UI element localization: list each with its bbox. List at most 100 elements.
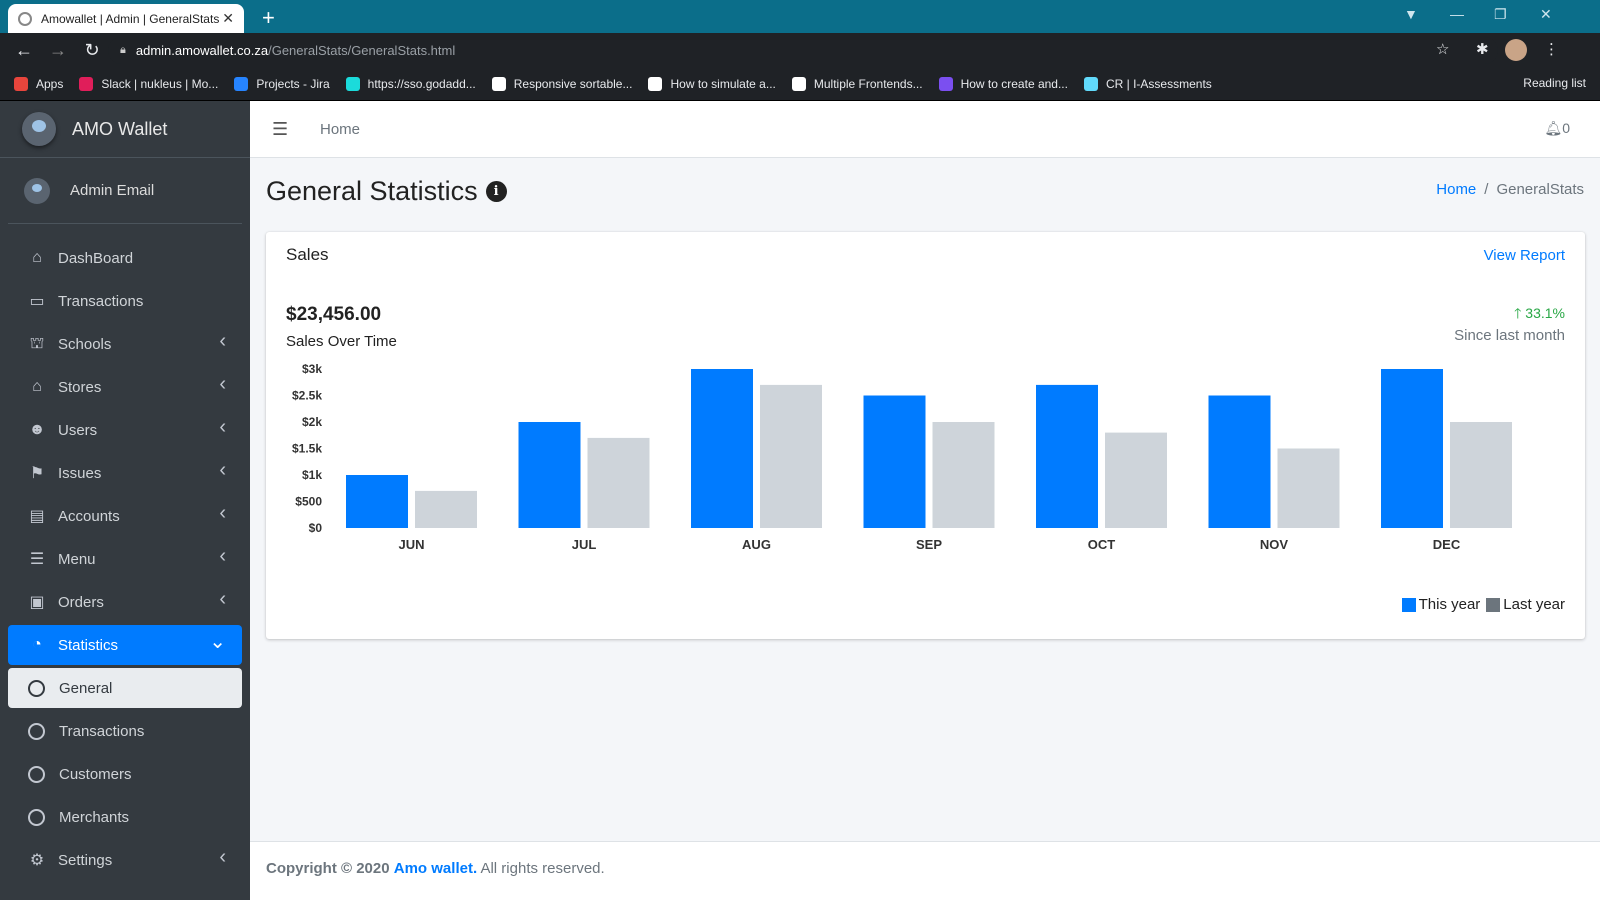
bar-last-year-nov[interactable]	[1277, 448, 1340, 529]
bookmark-star-icon[interactable]: ☆	[1436, 40, 1449, 58]
sales-change-value: 33.1%	[1525, 305, 1565, 321]
footer-brand-link[interactable]: Amo wallet.	[394, 860, 477, 877]
sidebar-item-settings[interactable]: ⚙ Settings ‹	[8, 840, 242, 880]
sidebar-item-users[interactable]: ☻ Users ‹	[8, 410, 242, 450]
extensions-icon[interactable]: ✱	[1476, 40, 1489, 58]
sidebar-subitem-label: Merchants	[59, 808, 130, 826]
globe-icon	[18, 11, 32, 26]
sidebar-subitem-label: Transactions	[59, 722, 145, 740]
bookmark-favicon-icon	[234, 76, 249, 91]
sidebar-item-issues[interactable]: ⚑ Issues ‹	[8, 453, 242, 493]
view-report-link[interactable]: View Report	[1484, 247, 1565, 264]
bar-last-year-dec[interactable]	[1450, 422, 1512, 528]
bar-this-year-oct[interactable]	[1036, 384, 1098, 528]
user-avatar	[24, 177, 50, 204]
bar-this-year-jun[interactable]	[346, 475, 408, 528]
bookmark-item[interactable]: Multiple Frontends...	[791, 76, 923, 91]
sidebar-subitem-transactions[interactable]: Transactions	[8, 711, 242, 751]
bookmark-item[interactable]: Responsive sortable...	[491, 76, 632, 91]
address-bar[interactable]: 🔒︎ admin.amowallet.co.za/GeneralStats/Ge…	[108, 37, 1498, 64]
profile-avatar[interactable]	[1505, 39, 1527, 61]
bar-last-year-oct[interactable]	[1105, 432, 1167, 528]
sidebar-subitem-merchants[interactable]: Merchants	[8, 797, 242, 837]
chevron-left-icon: ‹	[219, 846, 226, 868]
bookmark-item[interactable]: CR | I-Assessments	[1083, 76, 1212, 91]
bookmark-favicon-icon	[345, 76, 360, 91]
bookmark-item[interactable]: Slack | nukleus | Mo...	[79, 76, 218, 91]
sidebar-subitem-label: General	[59, 679, 113, 697]
flag-icon: ⚑	[29, 465, 45, 482]
bar-last-year-aug[interactable]	[760, 384, 822, 528]
brand-link[interactable]: AMO Wallet	[0, 101, 250, 158]
chevron-down-icon: ⌄	[209, 631, 226, 653]
browser-toolbar: ← → ↻ 🔒︎ admin.amowallet.co.za/GeneralSt…	[0, 33, 1600, 67]
back-icon[interactable]: ←	[14, 40, 34, 61]
sidebar-item-transactions[interactable]: ▭ Transactions	[8, 281, 242, 321]
breadcrumb: Home / GeneralStats	[1436, 181, 1584, 198]
sidebar-item-label: Orders	[58, 593, 104, 611]
bookmark-favicon-icon	[79, 76, 94, 91]
footer: Copyright © 2020 Amo wallet. All rights …	[250, 841, 1600, 900]
sidebar-item-schools[interactable]: ⛫ Schools ‹	[8, 324, 242, 364]
sidebar-item-stores[interactable]: ⌂ Stores ‹	[8, 367, 242, 407]
forward-icon[interactable]: →	[48, 40, 68, 61]
restore-icon[interactable]: ❐	[1494, 6, 1507, 23]
arrow-up-icon: 🡑	[1514, 305, 1522, 321]
sidebar-item-label: Transactions	[58, 292, 144, 310]
reload-icon[interactable]: ↻	[82, 40, 102, 61]
y-tick-label: $3k	[302, 362, 322, 376]
kebab-menu-icon[interactable]: ⋮	[1544, 40, 1559, 58]
reading-list-button[interactable]: Reading list	[1523, 76, 1586, 90]
y-tick-label: $1.5k	[292, 442, 322, 456]
sidebar-item-label: DashBoard	[58, 249, 134, 267]
bar-this-year-sep[interactable]	[863, 395, 926, 529]
sidebar-item-label: Issues	[58, 464, 102, 482]
page-title: General Statistics i	[266, 176, 507, 207]
top-home-link[interactable]: Home	[320, 121, 360, 138]
x-tick-label: JUL	[572, 537, 597, 552]
bar-this-year-aug[interactable]	[691, 369, 753, 528]
bar-this-year-dec[interactable]	[1381, 369, 1443, 528]
brand-name: AMO Wallet	[72, 118, 168, 139]
store-icon: ⌂	[32, 378, 42, 395]
close-tab-icon[interactable]: ✕	[222, 10, 234, 27]
y-tick-label: $0	[309, 521, 323, 535]
sidebar-item-accounts[interactable]: ▤ Accounts ‹	[8, 496, 242, 536]
bar-last-year-jun[interactable]	[415, 490, 477, 528]
bookmark-item[interactable]: How to create and...	[938, 76, 1068, 91]
tab-search-icon[interactable]: ▼	[1404, 6, 1418, 22]
bar-last-year-jul[interactable]	[587, 437, 650, 528]
breadcrumb-separator: /	[1484, 181, 1489, 198]
browser-tab[interactable]: Amowallet | Admin | GeneralStats ✕	[8, 4, 244, 33]
user-panel[interactable]: Admin Email	[8, 158, 242, 224]
bookmark-item[interactable]: Projects - Jira	[234, 76, 330, 91]
hamburger-menu-icon[interactable]: ☰	[272, 119, 288, 140]
bookmark-item[interactable]: How to simulate a...	[648, 76, 776, 91]
pie-chart-icon: ◔	[32, 636, 42, 653]
url-path: /GeneralStats/GeneralStats.html	[268, 43, 456, 58]
sidebar-subitem-general[interactable]: General	[8, 668, 242, 708]
bookmark-item[interactable]: https://sso.godadd...	[345, 76, 476, 91]
new-tab-icon[interactable]: +	[262, 5, 275, 31]
sidebar-item-menu[interactable]: ☰ Menu ‹	[8, 539, 242, 579]
close-window-icon[interactable]: ✕	[1540, 6, 1552, 23]
sidebar-item-orders[interactable]: ▣ Orders ‹	[8, 582, 242, 622]
sales-card: Sales View Report $23,456.00 Sales Over …	[266, 232, 1585, 639]
bookmark-label: Multiple Frontends...	[813, 76, 923, 91]
sidebar-subitem-customers[interactable]: Customers	[8, 754, 242, 794]
chevron-left-icon: ‹	[219, 373, 226, 395]
notifications-button[interactable]: 🔔︎0	[1544, 120, 1570, 137]
bookmark-favicon-icon	[1083, 76, 1098, 91]
bookmark-item[interactable]: Apps	[14, 76, 63, 91]
url-host: admin.amowallet.co.za	[135, 43, 269, 58]
info-icon[interactable]: i	[485, 181, 507, 202]
sidebar-item-dashboard[interactable]: ⌂ DashBoard	[8, 238, 242, 278]
minimize-icon[interactable]: —	[1450, 6, 1464, 22]
bar-this-year-jul[interactable]	[518, 422, 581, 528]
bar-this-year-nov[interactable]	[1208, 395, 1271, 529]
bar-last-year-sep[interactable]	[932, 422, 995, 528]
users-icon: ☻	[28, 421, 46, 438]
legend-label: Last year	[1503, 596, 1565, 613]
sidebar-item-statistics[interactable]: ◔ Statistics ⌄	[8, 625, 242, 665]
breadcrumb-home[interactable]: Home	[1436, 181, 1476, 198]
